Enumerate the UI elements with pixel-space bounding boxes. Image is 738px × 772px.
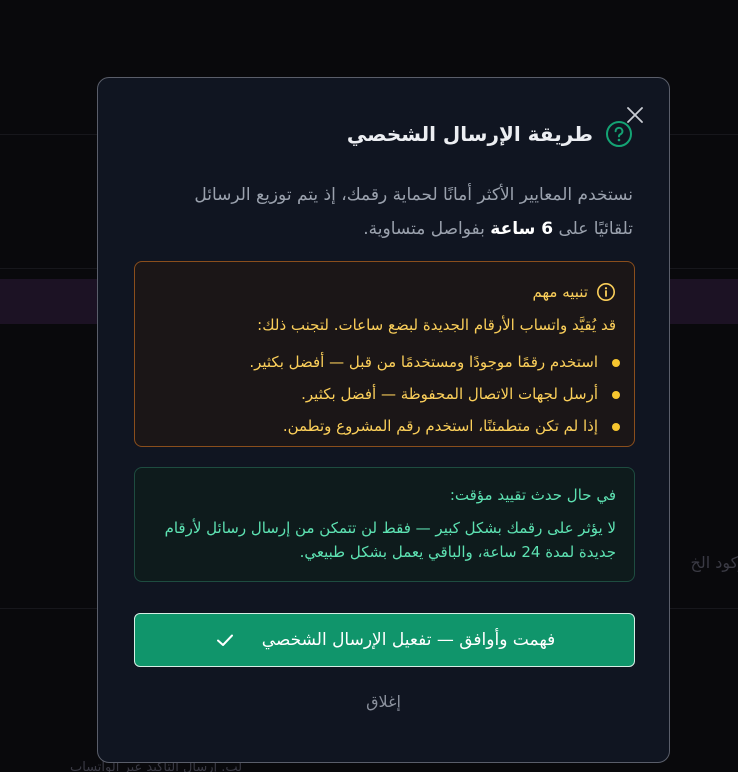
modal-title: طريقة الإرسال الشخصي [346, 122, 593, 146]
description-highlight: 6 ساعة [490, 219, 554, 239]
restriction-info-box: في حال حدث تقييد مؤقت: لا يؤثر على رقمك … [134, 467, 635, 582]
question-circle-icon [606, 121, 632, 147]
modal-header: طريقة الإرسال الشخصي [347, 120, 633, 148]
warning-box: تنبيه مهم قد يُقيَّد واتساب الأرقام الجد… [134, 261, 635, 447]
info-circle-icon [597, 283, 615, 301]
personal-sending-modal: طريقة الإرسال الشخصي نستخدم المعايير الأ… [97, 77, 670, 763]
warning-header: تنبيه مهم [533, 282, 617, 302]
bullet-dot [612, 359, 620, 367]
warning-list: استخدم رقمًا موجودًا ومستخدمًا من قبل — … [249, 346, 620, 442]
warning-item-text: أرسل لجهات الاتصال المحفوظة — أفضل بكثير… [301, 385, 598, 403]
warning-title: تنبيه مهم [532, 283, 589, 301]
info-title: في حال حدث تقييد مؤقت: [449, 486, 616, 504]
warning-list-item: إذا لم تكن متطمئنًا، استخدم رقم المشروع … [249, 410, 620, 442]
dismiss-button[interactable]: إغلاق [98, 692, 669, 711]
warning-lead: قد يُقيَّد واتساب الأرقام الجديدة لبضع س… [257, 316, 616, 334]
warning-item-text: إذا لم تكن متطمئنًا، استخدم رقم المشروع … [282, 417, 598, 435]
bullet-dot [612, 423, 620, 431]
info-body: لا يؤثر على رقمك بشكل كبير — فقط لن تتمك… [164, 519, 616, 561]
background-text: ركود الخ [690, 553, 738, 572]
modal-description: نستخدم المعايير الأكثر أمانًا لحماية رقم… [163, 178, 633, 246]
check-icon [216, 634, 233, 646]
warning-list-item: استخدم رقمًا موجودًا ومستخدمًا من قبل — … [249, 346, 620, 378]
confirm-button-label: فهمت وأوافق — تفعيل الإرسال الشخصي [261, 630, 556, 650]
confirm-enable-button[interactable]: فهمت وأوافق — تفعيل الإرسال الشخصي [134, 613, 635, 667]
warning-list-item: أرسل لجهات الاتصال المحفوظة — أفضل بكثير… [249, 378, 620, 410]
description-text: بفواصل متساوية. [363, 219, 491, 239]
bullet-dot [612, 391, 620, 399]
warning-item-text: استخدم رقمًا موجودًا ومستخدمًا من قبل — … [249, 353, 598, 371]
